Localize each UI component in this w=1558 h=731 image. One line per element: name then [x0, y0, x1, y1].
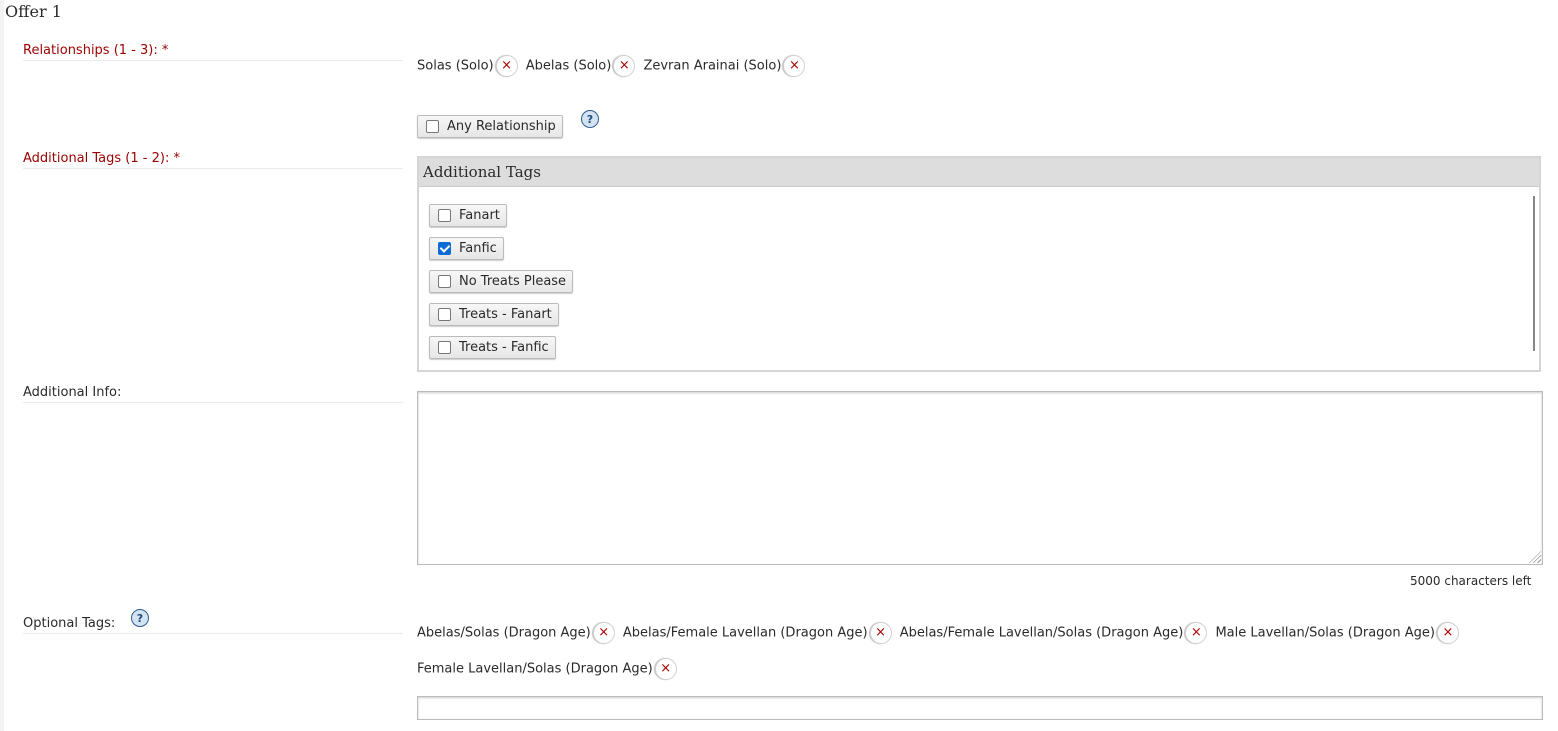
- relationship-tag: Zevran Arainai (Solo) ×: [643, 55, 806, 77]
- offer-title: Offer 1: [5, 2, 62, 21]
- relationships-label: Relationships (1 - 3): *: [23, 43, 403, 61]
- relationship-tag-text: Zevran Arainai (Solo): [643, 58, 782, 74]
- relationship-tags: Solas (Solo) × Abelas (Solo) × Zevran Arai…: [417, 55, 809, 77]
- relationship-tag-text: Solas (Solo): [417, 58, 494, 74]
- optional-tags-row-2: Female Lavellan/Solas (Dragon Age) ×: [417, 658, 681, 680]
- additional-tags-box: Additional Tags Fanart Fanfic No Treats …: [417, 156, 1541, 372]
- optional-tag-text: Abelas/Female Lavellan (Dragon Age): [622, 625, 868, 641]
- tag-option-no-treats-please[interactable]: No Treats Please: [429, 270, 574, 293]
- checkbox-icon[interactable]: [426, 120, 439, 133]
- optional-tag: Male Lavellan/Solas (Dragon Age) ×: [1215, 622, 1459, 644]
- checkbox-icon[interactable]: [438, 209, 451, 222]
- tag-option-label: No Treats Please: [459, 274, 567, 289]
- remove-tag-icon[interactable]: ×: [592, 622, 615, 644]
- tag-option-label: Treats - Fanart: [459, 307, 552, 322]
- remove-tag-icon[interactable]: ×: [495, 55, 518, 77]
- optional-tag: Abelas/Female Lavellan (Dragon Age) ×: [623, 622, 892, 644]
- help-icon[interactable]: ?: [131, 609, 149, 627]
- remove-tag-icon[interactable]: ×: [1185, 622, 1208, 644]
- scrollbar[interactable]: [1533, 196, 1535, 351]
- tag-option-fanfic[interactable]: Fanfic: [429, 237, 504, 260]
- optional-tag: Abelas/Solas (Dragon Age) ×: [417, 622, 615, 644]
- checkbox-icon[interactable]: [438, 308, 451, 321]
- additional-info-label: Additional Info:: [23, 385, 403, 403]
- characters-left-counter: 5000 characters left: [1410, 574, 1532, 588]
- optional-tag: Abelas/Female Lavellan/Solas (Dragon Age…: [900, 622, 1208, 644]
- left-border: [0, 0, 4, 731]
- checkbox-checked-icon[interactable]: [438, 242, 451, 255]
- optional-tags-label: Optional Tags:: [23, 616, 403, 634]
- remove-tag-icon[interactable]: ×: [783, 55, 806, 77]
- optional-tag: Female Lavellan/Solas (Dragon Age) ×: [417, 658, 677, 680]
- optional-tags-label-text: Optional Tags:: [23, 616, 116, 631]
- tag-option-treats-fanfic[interactable]: Treats - Fanfic: [429, 336, 556, 359]
- any-relationship-checkbox[interactable]: Any Relationship: [417, 115, 563, 138]
- checkbox-icon[interactable]: [438, 341, 451, 354]
- additional-tags-label: Additional Tags (1 - 2): *: [23, 151, 403, 169]
- optional-tag-text: Female Lavellan/Solas (Dragon Age): [417, 661, 653, 677]
- tag-option-label: Treats - Fanfic: [459, 340, 549, 355]
- optional-tag-text: Abelas/Solas (Dragon Age): [417, 625, 591, 641]
- optional-tags-row-1: Abelas/Solas (Dragon Age) × Abelas/Female…: [417, 622, 1463, 644]
- additional-info-textarea[interactable]: [417, 391, 1543, 565]
- optional-tag-text: Male Lavellan/Solas (Dragon Age): [1215, 625, 1435, 641]
- relationship-tag: Solas (Solo) ×: [417, 55, 518, 77]
- remove-tag-icon[interactable]: ×: [654, 658, 677, 680]
- relationship-tag-text: Abelas (Solo): [525, 58, 612, 74]
- additional-tags-options: Fanart Fanfic No Treats Please Treats - …: [429, 204, 574, 369]
- tag-option-treats-fanart[interactable]: Treats - Fanart: [429, 303, 559, 326]
- remove-tag-icon[interactable]: ×: [1436, 622, 1459, 644]
- tag-option-label: Fanfic: [459, 241, 497, 256]
- any-relationship-label: Any Relationship: [447, 119, 556, 134]
- checkbox-icon[interactable]: [438, 275, 451, 288]
- relationship-tag: Abelas (Solo) ×: [526, 55, 636, 77]
- optional-tags-input[interactable]: [417, 696, 1543, 720]
- remove-tag-icon[interactable]: ×: [869, 622, 892, 644]
- tag-option-label: Fanart: [459, 208, 500, 223]
- tag-option-fanart[interactable]: Fanart: [429, 204, 507, 227]
- optional-tag-text: Abelas/Female Lavellan/Solas (Dragon Age…: [899, 625, 1184, 641]
- additional-tags-box-title: Additional Tags: [419, 158, 1539, 187]
- remove-tag-icon[interactable]: ×: [613, 55, 636, 77]
- resize-grip-icon[interactable]: [1529, 551, 1541, 563]
- help-icon[interactable]: ?: [581, 110, 599, 128]
